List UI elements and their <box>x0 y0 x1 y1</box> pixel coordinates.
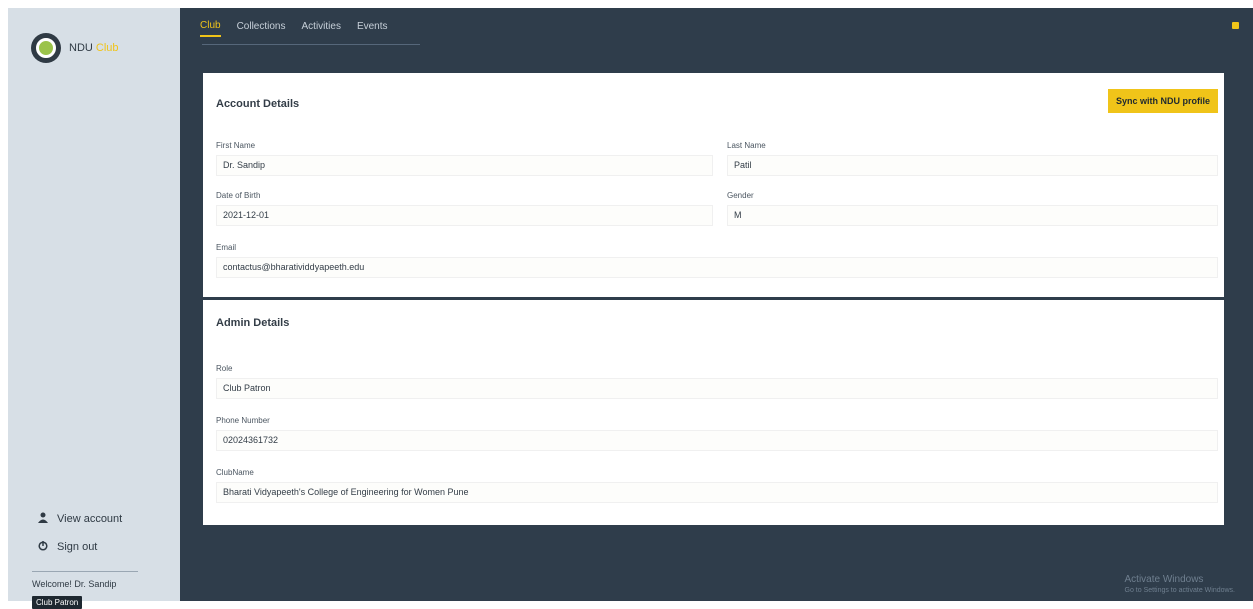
brand-name: NDU <box>69 42 93 54</box>
sync-profile-button[interactable]: Sync with NDU profile <box>1107 89 1218 113</box>
logo-icon <box>31 33 61 63</box>
brand-logo[interactable]: NDU Club <box>31 33 119 63</box>
welcome-text: Welcome! Dr. Sandip <box>32 579 117 589</box>
role-field[interactable]: Club Patron <box>216 378 1218 399</box>
user-icon <box>38 512 50 526</box>
watermark-subtitle: Go to Settings to activate Windows. <box>1124 587 1236 594</box>
gender-label: Gender <box>727 191 754 200</box>
tab-collections[interactable]: Collections <box>237 17 286 36</box>
tab-activities[interactable]: Activities <box>302 17 341 36</box>
first-name-label: First Name <box>216 141 256 150</box>
admin-details-title: Admin Details <box>216 317 290 329</box>
tab-events[interactable]: Events <box>357 17 388 36</box>
club-name-label: ClubName <box>216 468 254 477</box>
sign-out-link[interactable]: Sign out <box>38 533 122 561</box>
activation-watermark: Activate Windows Go to Settings to activ… <box>1125 574 1236 594</box>
account-details-card: Account Details Sync with NDU profile Fi… <box>203 73 1224 297</box>
tab-underline <box>202 44 420 45</box>
role-label: Role <box>216 364 233 373</box>
brand-accent: Club <box>95 42 119 54</box>
dob-label: Date of Birth <box>216 191 261 200</box>
watermark-title: Activate Windows <box>1124 574 1204 585</box>
main-area: Club Collections Activities Events Accou… <box>180 8 1253 601</box>
power-icon <box>38 540 50 554</box>
role-badge: Club Patron <box>32 596 83 609</box>
sidebar-divider <box>32 571 138 572</box>
phone-label: Phone Number <box>216 416 270 425</box>
view-account-label: View account <box>57 513 123 525</box>
last-name-field[interactable]: Patil <box>727 155 1218 176</box>
last-name-label: Last Name <box>727 141 766 150</box>
dob-field[interactable]: 2021-12-01 <box>216 205 713 226</box>
admin-details-card: Admin Details Role Club Patron Phone Num… <box>203 300 1224 525</box>
menu-icon[interactable] <box>1232 22 1239 29</box>
sidebar: NDU Club View account Sign out Welcome! … <box>8 8 180 609</box>
view-account-link[interactable]: View account <box>38 505 122 533</box>
club-name-field[interactable]: Bharati Vidyapeeth's College of Engineer… <box>216 482 1218 503</box>
gender-field[interactable]: M <box>727 205 1218 226</box>
phone-field[interactable]: 02024361732 <box>216 430 1218 451</box>
account-details-title: Account Details <box>216 98 300 110</box>
sign-out-label: Sign out <box>57 541 98 553</box>
tab-club[interactable]: Club <box>200 16 221 37</box>
email-label: Email <box>216 243 237 252</box>
tab-bar: Club Collections Activities Events <box>200 8 404 44</box>
email-field[interactable]: contactus@bharatividdyapeeth.edu <box>216 257 1218 278</box>
first-name-field[interactable]: Dr. Sandip <box>216 155 713 176</box>
